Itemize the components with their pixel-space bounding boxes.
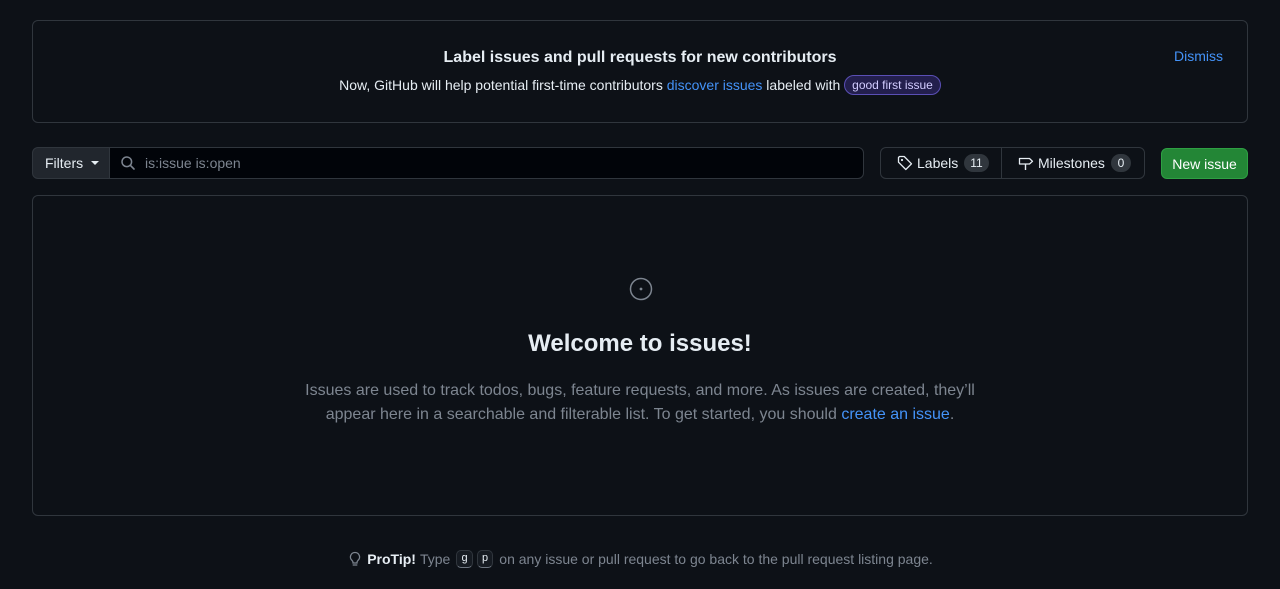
labels-count: 11 xyxy=(964,154,989,172)
milestones-button[interactable]: Milestones 0 xyxy=(1001,147,1145,179)
protip-text-before: Type xyxy=(419,551,451,567)
banner-text-after: labeled with xyxy=(762,77,845,93)
issue-opened-icon xyxy=(629,277,653,301)
banner-text: Now, GitHub will help potential first-ti… xyxy=(33,75,1247,95)
chevron-down-icon xyxy=(91,161,100,165)
blankslate-text-end: . xyxy=(949,406,955,423)
blankslate-title: Welcome to issues! xyxy=(528,330,752,357)
light-bulb-icon xyxy=(350,551,361,566)
protip: ProTip! Type gp on any issue or pull req… xyxy=(0,550,1280,568)
good-first-issue-label[interactable]: good first issue xyxy=(844,75,941,95)
filters-label: Filters xyxy=(45,155,84,171)
issues-blankslate: Welcome to issues! Issues are used to tr… xyxy=(32,195,1248,516)
labels-label: Labels xyxy=(917,155,959,171)
protip-label: ProTip! xyxy=(367,551,416,567)
blankslate-description: Issues are used to track todos, bugs, fe… xyxy=(303,379,977,427)
protip-text-after: on any issue or pull request to go back … xyxy=(499,551,933,567)
key-p: p xyxy=(476,550,494,568)
search-input[interactable] xyxy=(145,155,825,171)
new-contributors-banner: Label issues and pull requests for new c… xyxy=(32,20,1248,123)
banner-title: Label issues and pull requests for new c… xyxy=(443,49,837,66)
banner-text-before: Now, GitHub will help potential first-ti… xyxy=(339,77,667,93)
discover-issues-link[interactable]: discover issues xyxy=(667,77,763,93)
tag-icon xyxy=(897,155,913,171)
dismiss-button[interactable]: Dismiss xyxy=(1174,48,1223,64)
milestones-count: 0 xyxy=(1110,154,1131,172)
key-g: g xyxy=(456,550,473,568)
search-box[interactable] xyxy=(109,147,864,179)
search-icon xyxy=(121,156,135,170)
create-issue-link[interactable]: create an issue xyxy=(841,406,950,423)
filters-button[interactable]: Filters xyxy=(32,147,110,179)
new-issue-button[interactable]: New issue xyxy=(1161,148,1248,179)
milestone-icon xyxy=(1018,157,1034,170)
milestones-label: Milestones xyxy=(1038,155,1105,171)
labels-button[interactable]: Labels 11 xyxy=(880,147,1002,179)
